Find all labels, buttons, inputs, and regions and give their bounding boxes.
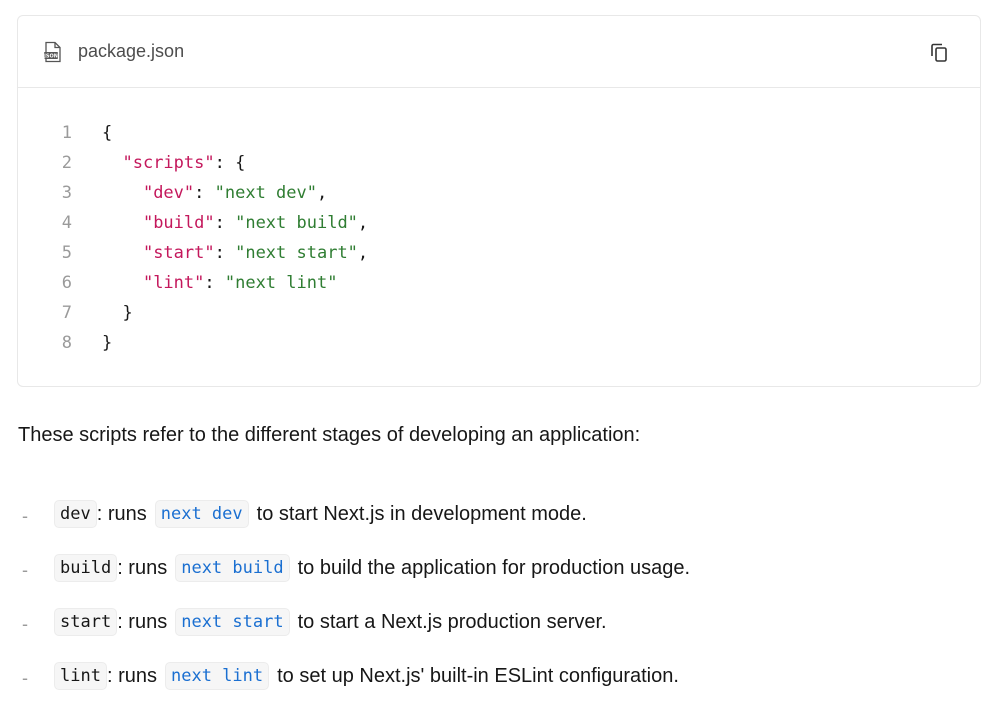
script-list-item: - start: runs next start to start a Next.js… bbox=[0, 604, 990, 658]
code-comma: , bbox=[316, 183, 328, 203]
json-file-icon: JSON bbox=[42, 41, 64, 63]
code-separator: : bbox=[214, 153, 236, 173]
copy-button[interactable] bbox=[926, 39, 952, 65]
script-name: dev bbox=[54, 500, 97, 528]
script-name: start bbox=[54, 608, 118, 636]
line-number: 1 bbox=[61, 123, 72, 143]
runs-label: : runs bbox=[117, 556, 168, 579]
code-line: 8} bbox=[18, 328, 980, 358]
copy-icon bbox=[931, 43, 947, 62]
list-item-content: dev: runs next dev to start Next.js in dev… bbox=[54, 496, 587, 532]
script-description: to set up Next.js' built-in ESLint confi… bbox=[277, 664, 679, 687]
code-header: JSON package.json bbox=[18, 16, 980, 88]
intro-paragraph: These scripts refer to the different sta… bbox=[18, 424, 641, 446]
code-separator: : bbox=[214, 243, 236, 263]
line-number: 6 bbox=[61, 273, 72, 293]
line-number: 7 bbox=[61, 303, 72, 323]
list-dash: - bbox=[22, 668, 28, 688]
line-number: 2 bbox=[61, 153, 72, 173]
code-comma: , bbox=[357, 213, 369, 233]
code-comma: , bbox=[357, 243, 369, 263]
code-string: "next build" bbox=[235, 213, 358, 233]
script-name: build bbox=[54, 554, 118, 582]
code-string: "next dev" bbox=[214, 183, 317, 203]
script-list-item: - build: runs next build to build the appli… bbox=[0, 550, 990, 604]
line-number: 4 bbox=[61, 213, 72, 233]
script-description: to build the application for production … bbox=[297, 556, 691, 579]
command-link[interactable]: next dev bbox=[154, 500, 249, 528]
code-string: "next lint" bbox=[224, 273, 338, 293]
code-line: 1{ bbox=[18, 118, 980, 148]
svg-text:JSON: JSON bbox=[43, 53, 58, 59]
list-dash: - bbox=[22, 614, 28, 634]
list-item-content: lint: runs next lint to set up Next.js' bu… bbox=[54, 658, 679, 694]
code-brace: } bbox=[102, 333, 113, 353]
runs-label: : runs bbox=[106, 664, 157, 687]
code-separator: : bbox=[214, 213, 236, 233]
code-block: JSON package.json 1{2 "scripts": {3 "dev… bbox=[17, 15, 981, 387]
file-name: package.json bbox=[78, 41, 185, 61]
code-line: 4 "build": "next build", bbox=[18, 208, 980, 238]
list-item-content: build: runs next build to build the applic… bbox=[54, 550, 690, 586]
script-list-item: - lint: runs next lint to set up Next.js' b… bbox=[0, 658, 990, 712]
script-description: to start Next.js in development mode. bbox=[256, 502, 587, 525]
list-item-content: start: runs next start to start a Next.js … bbox=[54, 604, 607, 640]
code-separator: : bbox=[194, 183, 215, 203]
script-list-item: - dev: runs next dev to start Next.js in de… bbox=[0, 496, 990, 550]
command-link[interactable]: next lint bbox=[164, 662, 270, 690]
code-body: 1{2 "scripts": {3 "dev": "next dev", 4 "b… bbox=[18, 88, 980, 358]
line-number: 5 bbox=[61, 243, 72, 263]
code-key: "lint" bbox=[142, 273, 205, 293]
code-brace: { bbox=[235, 153, 246, 173]
code-line: 2 "scripts": { bbox=[18, 148, 980, 178]
line-number: 3 bbox=[61, 183, 72, 203]
runs-label: : runs bbox=[117, 610, 168, 633]
code-string: "next start" bbox=[235, 243, 358, 263]
code-line: 5 "start": "next start", bbox=[18, 238, 980, 268]
code-key: "dev" bbox=[142, 183, 195, 203]
script-name: lint bbox=[54, 662, 107, 690]
code-brace: { bbox=[102, 123, 113, 143]
code-key: "scripts" bbox=[122, 153, 215, 173]
script-description: to start a Next.js production server. bbox=[297, 610, 607, 633]
runs-label: : runs bbox=[96, 502, 147, 525]
code-line: 6 "lint": "next lint" bbox=[18, 268, 980, 298]
code-brace: } bbox=[122, 303, 133, 323]
code-line: 3 "dev": "next dev", bbox=[18, 178, 980, 208]
code-separator: : bbox=[204, 273, 225, 293]
code-key: "build" bbox=[142, 213, 215, 233]
code-key: "start" bbox=[142, 243, 215, 263]
line-number: 8 bbox=[61, 333, 72, 353]
list-dash: - bbox=[22, 506, 28, 526]
command-link[interactable]: next start bbox=[175, 608, 290, 636]
scripts-list: - dev: runs next dev to start Next.js in de… bbox=[0, 496, 990, 712]
list-dash: - bbox=[22, 560, 28, 580]
code-line: 7 } bbox=[18, 298, 980, 328]
command-link[interactable]: next build bbox=[175, 554, 290, 582]
